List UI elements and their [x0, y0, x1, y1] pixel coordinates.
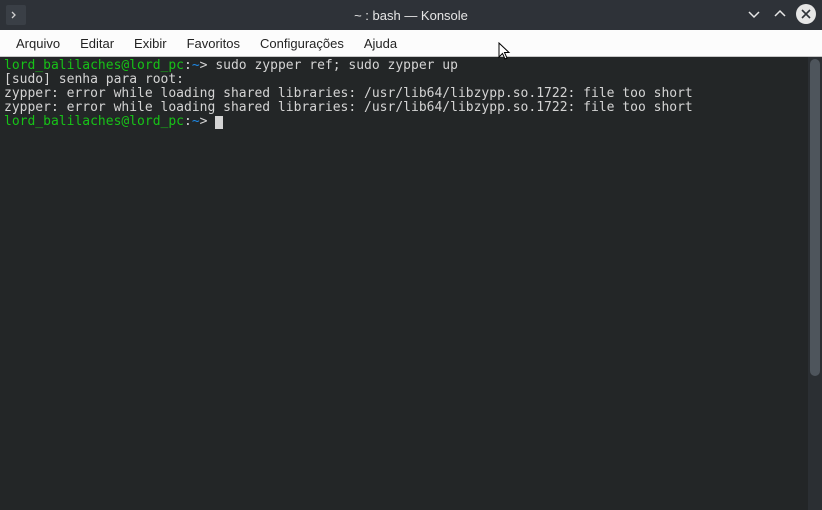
menubar: Arquivo Editar Exibir Favoritos Configur…: [0, 30, 822, 57]
window-controls: [744, 4, 816, 24]
terminal-area: lord_balilaches@lord_pc:~> sudo zypper r…: [0, 57, 822, 510]
prompt-end-2: >: [200, 114, 208, 129]
window-title: ~ : bash — Konsole: [354, 8, 468, 23]
minimize-button[interactable]: [744, 4, 764, 24]
prompt-user-2: lord_balilaches@lord_pc: [4, 114, 184, 129]
maximize-button[interactable]: [770, 4, 790, 24]
prompt-path-2: ~: [192, 114, 200, 129]
prompt-user: lord_balilaches@lord_pc: [4, 58, 184, 73]
menu-ajuda[interactable]: Ajuda: [354, 32, 407, 55]
error-line-2: zypper: error while loading shared libra…: [4, 100, 693, 115]
menu-favoritos[interactable]: Favoritos: [177, 32, 250, 55]
menu-configuracoes[interactable]: Configurações: [250, 32, 354, 55]
prompt-sep-2: :: [184, 114, 192, 129]
sudo-line: [sudo] senha para root:: [4, 72, 184, 87]
prompt-sep: :: [184, 58, 192, 73]
menu-exibir[interactable]: Exibir: [124, 32, 177, 55]
titlebar: ~ : bash — Konsole: [0, 0, 822, 30]
menu-editar[interactable]: Editar: [70, 32, 124, 55]
terminal[interactable]: lord_balilaches@lord_pc:~> sudo zypper r…: [0, 57, 808, 510]
prompt-path: ~: [192, 58, 200, 73]
close-button[interactable]: [796, 4, 816, 24]
app-icon: [6, 5, 26, 25]
terminal-cursor: [215, 116, 223, 129]
error-line-1: zypper: error while loading shared libra…: [4, 86, 693, 101]
prompt-end: >: [200, 58, 208, 73]
menu-arquivo[interactable]: Arquivo: [6, 32, 70, 55]
cmd-line-1: sudo zypper ref; sudo zypper up: [208, 58, 458, 73]
scroll-thumb[interactable]: [810, 59, 820, 376]
scrollbar[interactable]: [808, 57, 822, 510]
